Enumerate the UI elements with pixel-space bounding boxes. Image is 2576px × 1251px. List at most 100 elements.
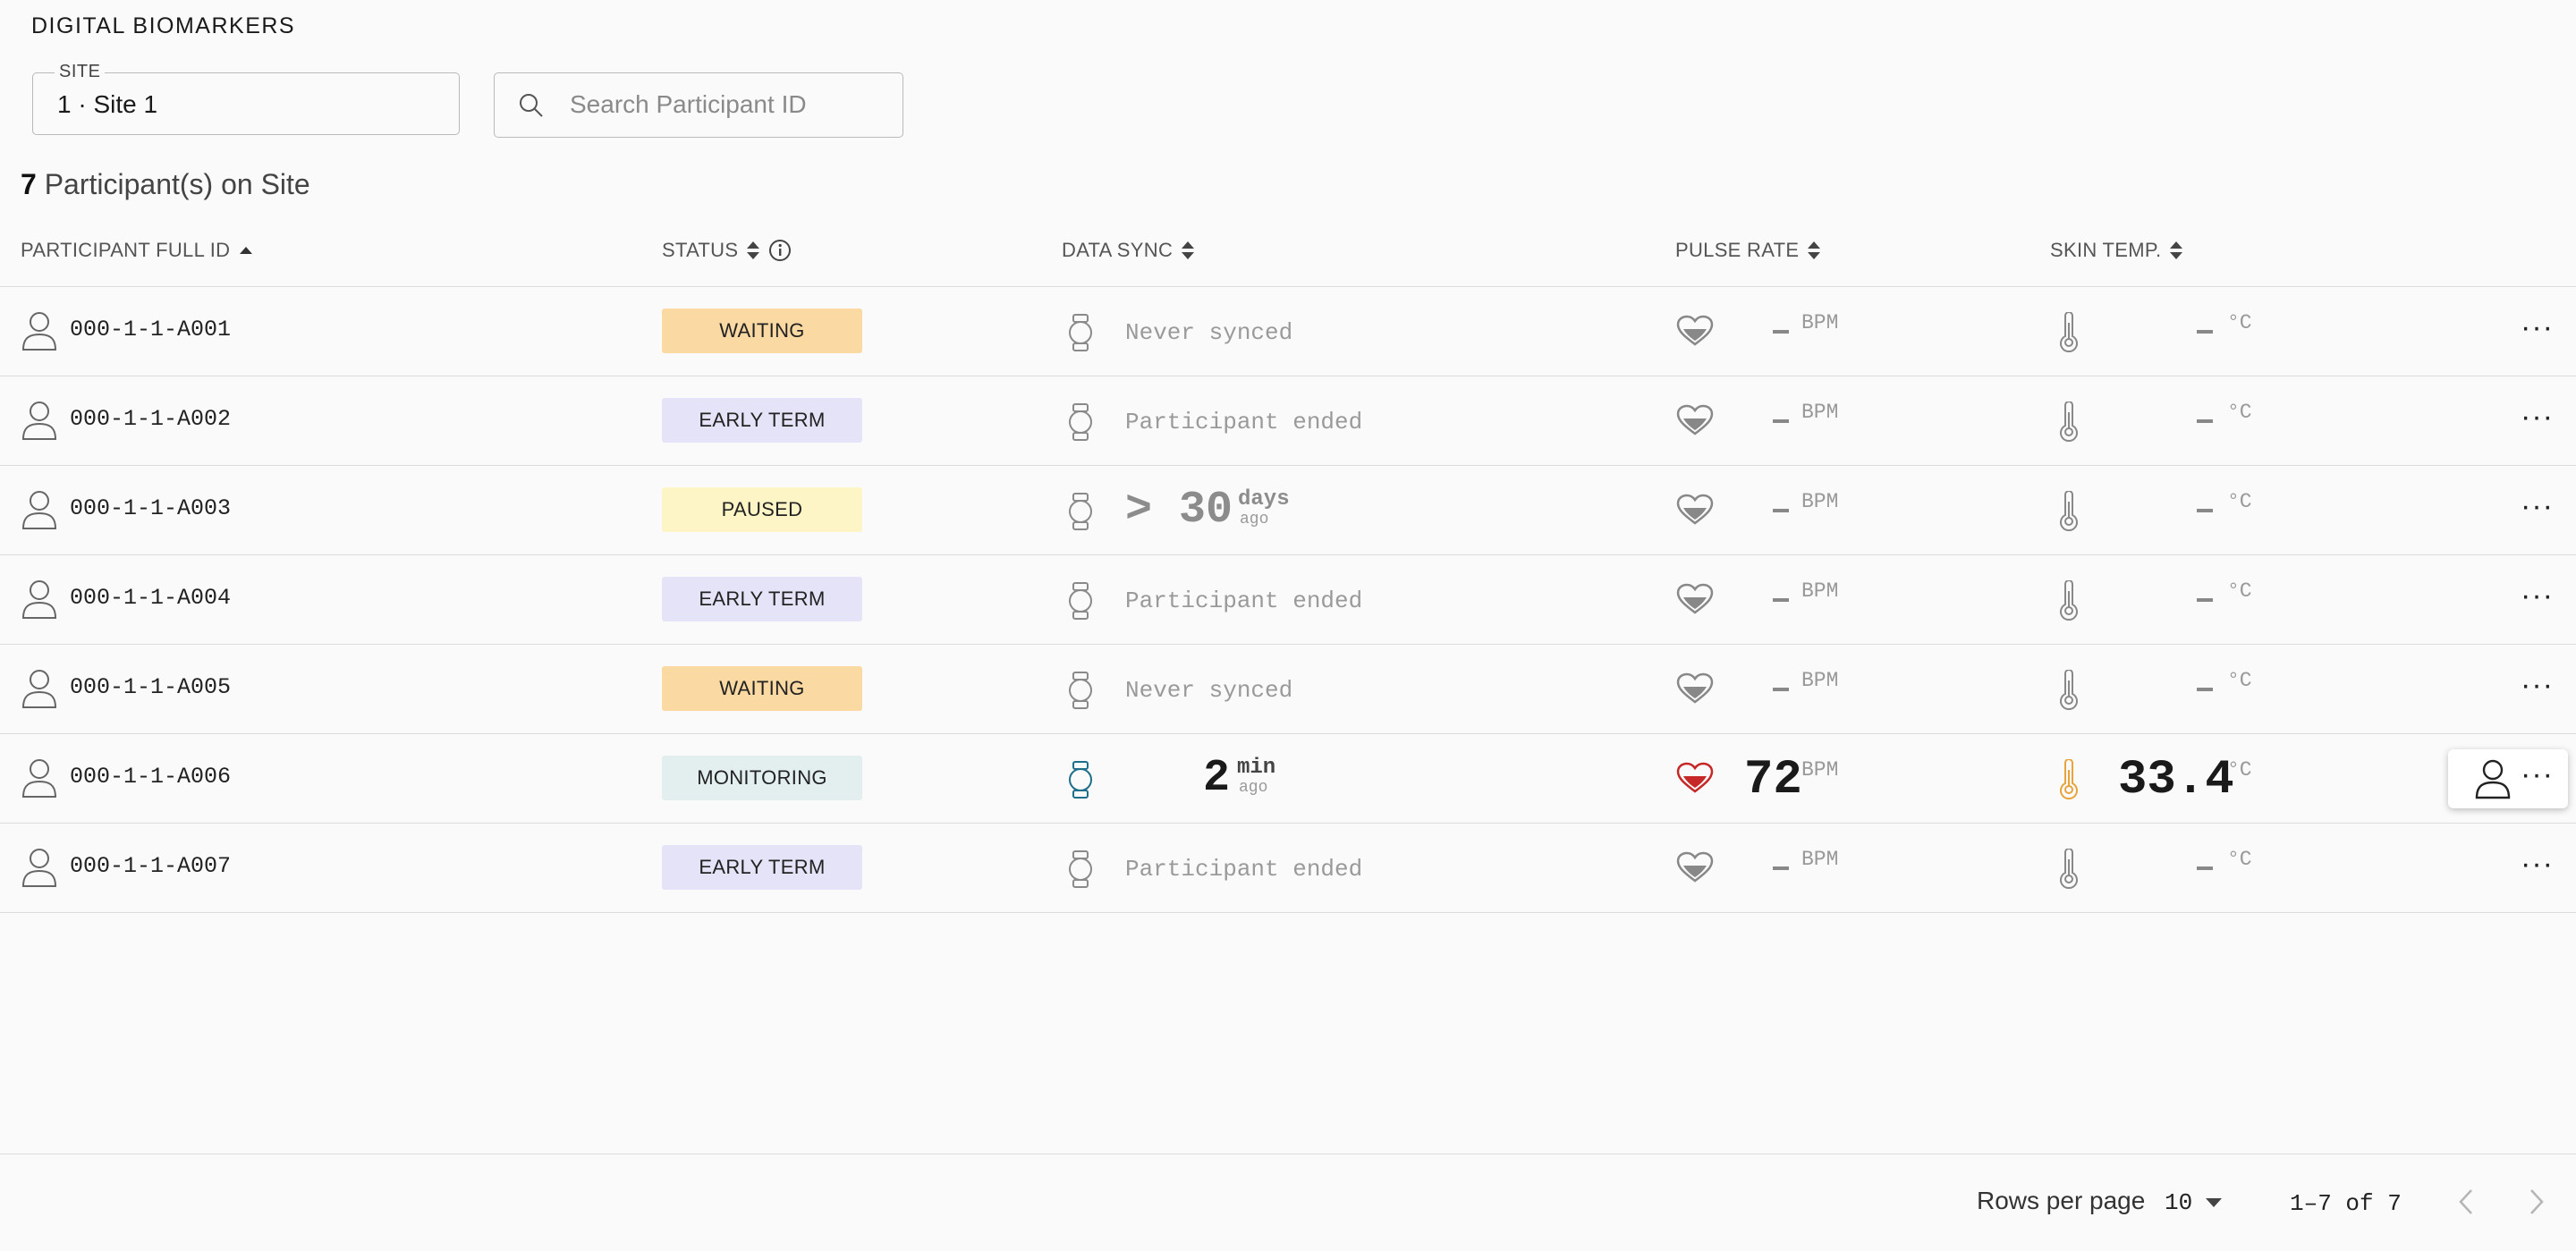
thermometer-icon <box>2060 401 2078 443</box>
heart-icon <box>1676 672 1714 704</box>
more-icon[interactable]: ··· <box>2521 670 2554 700</box>
site-label: SITE <box>55 62 106 82</box>
sort-icon <box>2170 241 2183 259</box>
status-badge: EARLY TERM <box>662 398 862 443</box>
sync-ago: ago <box>1240 511 1269 528</box>
watch-icon <box>1069 761 1092 799</box>
status-badge: PAUSED <box>662 487 862 532</box>
status-badge: EARLY TERM <box>662 577 862 621</box>
column-header-status-label: STATUS <box>662 239 739 261</box>
bpm-unit: BPM <box>1801 848 1839 871</box>
watch-icon <box>1069 582 1092 620</box>
watch-icon <box>1069 672 1092 709</box>
sync-value: 30 <box>1179 485 1233 536</box>
heart-icon <box>1676 851 1714 883</box>
table-row[interactable]: 000-1-1-A005 WAITING Never synced BPM °C ··· <box>0 644 2576 734</box>
more-icon[interactable]: ··· <box>2521 849 2554 879</box>
celsius-unit: °C <box>2227 579 2252 603</box>
participant-id[interactable]: 000-1-1-A001 <box>70 317 231 342</box>
search-box[interactable] <box>494 72 903 138</box>
celsius-unit: °C <box>2227 758 2252 782</box>
status-badge: WAITING <box>662 309 862 353</box>
table-row[interactable]: 000-1-1-A007 EARLY TERM Participant ended B… <box>0 823 2576 913</box>
heart-icon <box>1676 494 1714 525</box>
sync-text: Never synced <box>1125 319 1293 346</box>
celsius-unit: °C <box>2227 848 2252 871</box>
column-header-data-sync-label: DATA SYNC <box>1062 239 1174 261</box>
pulse-empty-dash <box>1773 330 1789 334</box>
sync-text: Participant ended <box>1125 587 1363 614</box>
app-title: DIGITAL BIOMARKERS <box>31 13 296 38</box>
bpm-unit: BPM <box>1801 758 1839 782</box>
participant-id[interactable]: 000-1-1-A005 <box>70 674 231 700</box>
chevron-left-icon[interactable] <box>2455 1187 2477 1217</box>
table-row[interactable]: 000-1-1-A001 WAITING Never synced BPM °C ··· <box>0 286 2576 376</box>
participant-id[interactable]: 000-1-1-A003 <box>70 495 231 521</box>
more-icon[interactable]: ··· <box>2521 402 2554 432</box>
sync-unit: min <box>1237 756 1276 780</box>
status-badge: MONITORING <box>662 756 862 800</box>
table-row[interactable]: 000-1-1-A006 MONITORING 2 min ago 72 BPM 33.4 °C… <box>0 733 2576 824</box>
bpm-unit: BPM <box>1801 401 1839 424</box>
table-row[interactable]: 000-1-1-A004 EARLY TERM Participant ended B… <box>0 554 2576 645</box>
column-header-status[interactable]: STATUS <box>662 239 792 262</box>
column-header-skin-temp[interactable]: SKIN TEMP. <box>2050 239 2184 262</box>
more-icon[interactable]: ··· <box>2521 491 2554 521</box>
person-icon[interactable] <box>2475 758 2511 799</box>
participant-id[interactable]: 000-1-1-A004 <box>70 585 231 611</box>
person-icon <box>21 312 57 351</box>
person-icon <box>21 580 57 619</box>
more-icon[interactable]: ··· <box>2521 580 2554 611</box>
sync-ago: ago <box>1239 779 1268 797</box>
rows-per-page-value: 10 <box>2165 1189 2193 1216</box>
status-badge: EARLY TERM <box>662 845 862 890</box>
chevron-right-icon[interactable] <box>2526 1187 2547 1217</box>
participant-count-label: Participant(s) on Site <box>44 168 310 200</box>
bpm-unit: BPM <box>1801 579 1839 603</box>
table-header: PARTICIPANT FULL ID STATUS DATA SYNC PUL… <box>0 231 2576 287</box>
bpm-unit: BPM <box>1801 669 1839 692</box>
search-input[interactable] <box>568 86 885 123</box>
bpm-unit: BPM <box>1801 490 1839 513</box>
column-header-data-sync[interactable]: DATA SYNC <box>1062 239 1196 262</box>
temp-empty-dash <box>2197 330 2213 334</box>
sort-icon <box>747 241 760 259</box>
temp-empty-dash <box>2197 866 2213 870</box>
person-icon <box>21 670 57 708</box>
table-row[interactable]: 000-1-1-A003 PAUSED >30 days ago BPM °C ··· <box>0 465 2576 555</box>
watch-icon <box>1069 403 1092 441</box>
column-header-participant-label: PARTICIPANT FULL ID <box>21 239 231 261</box>
participant-id[interactable]: 000-1-1-A007 <box>70 853 231 879</box>
more-icon[interactable]: ··· <box>2521 759 2554 790</box>
heart-icon <box>1676 404 1714 435</box>
info-icon[interactable] <box>768 239 792 262</box>
sync-text: Participant ended <box>1125 409 1363 435</box>
participant-id[interactable]: 000-1-1-A002 <box>70 406 231 432</box>
celsius-unit: °C <box>2227 311 2252 334</box>
person-icon <box>21 759 57 798</box>
site-value: 1 · Site 1 <box>57 90 158 118</box>
more-icon[interactable]: ··· <box>2521 312 2554 342</box>
temp-value: 33.4 <box>2118 753 2234 807</box>
heart-icon <box>1676 583 1714 614</box>
sort-icon <box>1182 241 1195 259</box>
thermometer-icon <box>2060 579 2078 621</box>
participant-id[interactable]: 000-1-1-A006 <box>70 764 231 790</box>
heart-icon <box>1676 315 1714 346</box>
column-header-pulse-rate[interactable]: PULSE RATE <box>1675 239 1822 262</box>
bpm-unit: BPM <box>1801 311 1839 334</box>
column-header-participant[interactable]: PARTICIPANT FULL ID <box>21 239 255 262</box>
celsius-unit: °C <box>2227 490 2252 513</box>
site-select[interactable]: SITE 1 · Site 1 <box>32 62 460 135</box>
person-icon <box>21 491 57 529</box>
watch-icon <box>1069 314 1092 351</box>
temp-empty-dash <box>2197 509 2213 512</box>
table-row[interactable]: 000-1-1-A002 EARLY TERM Participant ended B… <box>0 376 2576 466</box>
sync-value: 2 <box>1203 753 1231 804</box>
pulse-value: 72 <box>1744 753 1802 807</box>
sort-icon <box>1808 241 1821 259</box>
status-badge: WAITING <box>662 666 862 711</box>
rows-per-page-select[interactable]: 10 <box>2165 1189 2223 1216</box>
sync-text: Never synced <box>1125 677 1293 704</box>
caret-down-icon <box>2206 1198 2223 1207</box>
